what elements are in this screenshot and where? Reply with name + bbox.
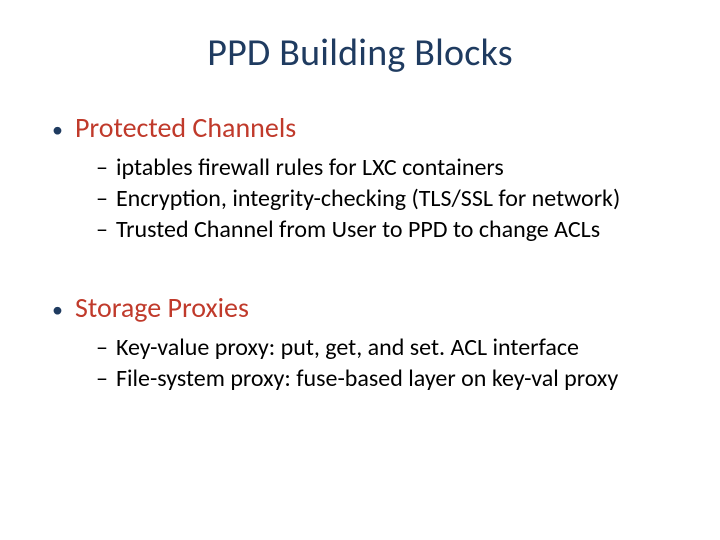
section-heading: Protected Channels xyxy=(75,110,296,145)
list-item: – Key-value proxy: put, get, and set. AC… xyxy=(96,333,672,362)
list-item: – iptables firewall rules for LXC contai… xyxy=(96,153,672,182)
list-item: • Protected Channels xyxy=(48,110,672,145)
section-storage-proxies: • Storage Proxies – Key-value proxy: put… xyxy=(48,290,672,393)
slide: PPD Building Blocks • Protected Channels… xyxy=(0,0,720,540)
dash-icon: – xyxy=(96,333,108,362)
slide-title: PPD Building Blocks xyxy=(48,30,672,76)
list-item: – File-system proxy: fuse-based layer on… xyxy=(96,364,672,393)
dash-icon: – xyxy=(96,153,108,182)
subitem-text: iptables firewall rules for LXC containe… xyxy=(116,153,504,182)
subitem-text: Encryption, integrity-checking (TLS/SSL … xyxy=(116,184,620,213)
subitem-text: Key-value proxy: put, get, and set. ACL … xyxy=(116,333,579,362)
bullet-icon: • xyxy=(52,299,63,321)
dash-icon: – xyxy=(96,364,108,393)
bullet-icon: • xyxy=(52,119,63,141)
sublist: – Key-value proxy: put, get, and set. AC… xyxy=(96,333,672,393)
dash-icon: – xyxy=(96,215,108,244)
list-item: – Encryption, integrity-checking (TLS/SS… xyxy=(96,184,672,213)
subitem-text: File-system proxy: fuse-based layer on k… xyxy=(116,364,618,393)
list-item: – Trusted Channel from User to PPD to ch… xyxy=(96,215,672,244)
dash-icon: – xyxy=(96,184,108,213)
content-list: • Protected Channels – iptables firewall… xyxy=(48,110,672,393)
subitem-text: Trusted Channel from User to PPD to chan… xyxy=(116,215,600,244)
section-protected-channels: • Protected Channels – iptables firewall… xyxy=(48,110,672,244)
section-heading: Storage Proxies xyxy=(75,290,249,325)
sublist: – iptables firewall rules for LXC contai… xyxy=(96,153,672,244)
list-item: • Storage Proxies xyxy=(48,290,672,325)
